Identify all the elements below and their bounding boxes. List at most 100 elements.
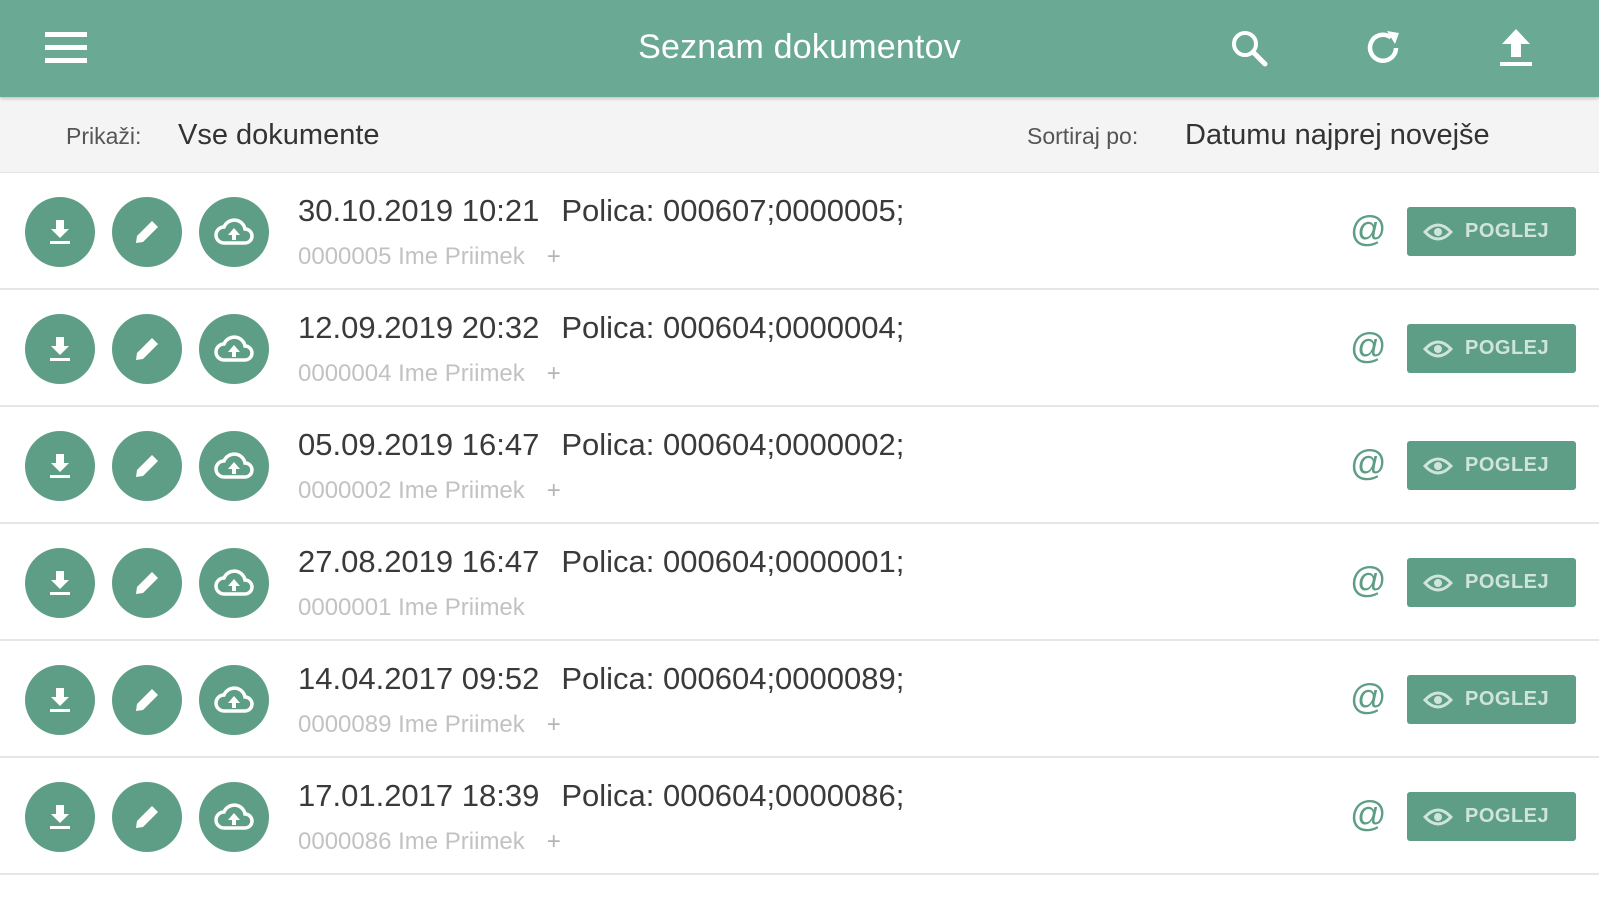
refresh-button[interactable]: [1357, 22, 1409, 74]
expand-plus[interactable]: +: [547, 243, 561, 270]
download-button[interactable]: [25, 548, 95, 618]
document-owner: 0000001 Ime Priimek: [298, 594, 525, 621]
download-button[interactable]: [25, 431, 95, 501]
document-policy: Polica: 000604;0000089;: [561, 661, 905, 696]
document-owner: 0000002 Ime Priimek: [298, 477, 525, 504]
view-button-label: POGLEJ: [1465, 337, 1550, 359]
cloud-upload-button[interactable]: [199, 782, 269, 852]
email-at-icon[interactable]: @: [1350, 676, 1387, 718]
search-button[interactable]: [1223, 22, 1275, 74]
document-subtitle-line: 0000089 Ime Priimek +: [298, 711, 561, 739]
download-icon: [50, 805, 70, 829]
download-button[interactable]: [25, 197, 95, 267]
sort-select[interactable]: Datumu najprej novejše: [1185, 119, 1490, 152]
document-title: 30.10.2019 10:21 Polica: 000607;0000005;: [298, 193, 904, 229]
cloud-upload-icon: [214, 335, 254, 362]
pencil-icon: [136, 455, 158, 477]
edit-button[interactable]: [112, 197, 182, 267]
sort-label: Sortiraj po:: [1027, 123, 1139, 149]
document-datetime: 05.09.2019 16:47: [298, 427, 540, 462]
cloud-upload-button[interactable]: [199, 197, 269, 267]
download-icon: [50, 454, 70, 478]
document-row: 14.04.2017 09:52 Polica: 000604;0000089; …: [0, 641, 1599, 758]
document-policy: Polica: 000604;0000004;: [561, 310, 905, 345]
view-button[interactable]: POGLEJ: [1407, 207, 1576, 256]
document-row: 05.09.2019 16:47 Polica: 000604;0000002; …: [0, 407, 1599, 524]
document-owner: 0000005 Ime Priimek: [298, 243, 525, 270]
eye-icon: [1423, 339, 1453, 359]
view-button[interactable]: POGLEJ: [1407, 558, 1576, 607]
download-icon: [50, 688, 70, 712]
document-title: 17.01.2017 18:39 Polica: 000604;0000086;: [298, 778, 904, 814]
pencil-icon: [136, 338, 158, 360]
expand-plus[interactable]: +: [547, 477, 561, 504]
document-row: 12.09.2019 20:32 Polica: 000604;0000004; …: [0, 290, 1599, 407]
upload-icon: [1500, 29, 1532, 66]
eye-icon: [1423, 690, 1453, 710]
edit-button[interactable]: [112, 431, 182, 501]
cloud-upload-button[interactable]: [199, 314, 269, 384]
view-button-label: POGLEJ: [1465, 571, 1550, 593]
download-button[interactable]: [25, 665, 95, 735]
cloud-upload-button[interactable]: [199, 431, 269, 501]
document-datetime: 14.04.2017 09:52: [298, 661, 540, 696]
document-datetime: 17.01.2017 18:39: [298, 778, 540, 813]
document-title: 27.08.2019 16:47 Polica: 000604;0000001;: [298, 544, 904, 580]
document-title: 05.09.2019 16:47 Polica: 000604;0000002;: [298, 427, 904, 463]
show-label: Prikaži:: [66, 123, 142, 149]
email-at-icon[interactable]: @: [1350, 325, 1387, 367]
expand-plus[interactable]: +: [547, 360, 561, 387]
edit-button[interactable]: [112, 665, 182, 735]
view-button[interactable]: POGLEJ: [1407, 441, 1576, 490]
cloud-upload-icon: [214, 686, 254, 713]
expand-plus[interactable]: +: [547, 711, 561, 738]
document-title: 14.04.2017 09:52 Polica: 000604;0000089;: [298, 661, 904, 697]
email-at-icon[interactable]: @: [1350, 208, 1387, 250]
cloud-upload-button[interactable]: [199, 548, 269, 618]
document-subtitle-line: 0000001 Ime Priimek: [298, 594, 547, 622]
download-icon: [50, 220, 70, 244]
edit-button[interactable]: [112, 548, 182, 618]
download-icon: [50, 337, 70, 361]
cloud-upload-icon: [214, 452, 254, 479]
download-button[interactable]: [25, 782, 95, 852]
document-owner: 0000089 Ime Priimek: [298, 711, 525, 738]
view-button-label: POGLEJ: [1465, 220, 1550, 242]
edit-button[interactable]: [112, 314, 182, 384]
document-subtitle-line: 0000086 Ime Priimek +: [298, 828, 561, 856]
view-button[interactable]: POGLEJ: [1407, 675, 1576, 724]
document-datetime: 12.09.2019 20:32: [298, 310, 540, 345]
document-title: 12.09.2019 20:32 Polica: 000604;0000004;: [298, 310, 904, 346]
view-button[interactable]: POGLEJ: [1407, 324, 1576, 373]
view-button-label: POGLEJ: [1465, 454, 1550, 476]
document-subtitle-line: 0000002 Ime Priimek +: [298, 477, 561, 505]
document-subtitle-line: 0000005 Ime Priimek +: [298, 243, 561, 271]
document-list: 30.10.2019 10:21 Polica: 000607;0000005; …: [0, 173, 1599, 875]
filter-bar: Prikaži: Vse dokumente Sortiraj po: Datu…: [0, 97, 1599, 173]
document-datetime: 27.08.2019 16:47: [298, 544, 540, 579]
eye-icon: [1423, 807, 1453, 827]
email-at-icon[interactable]: @: [1350, 793, 1387, 835]
expand-plus[interactable]: +: [547, 828, 561, 855]
upload-button[interactable]: [1490, 22, 1542, 74]
email-at-icon[interactable]: @: [1350, 559, 1387, 601]
document-policy: Polica: 000604;0000001;: [561, 544, 905, 579]
email-at-icon[interactable]: @: [1350, 442, 1387, 484]
app-header: Seznam dokumentov: [0, 0, 1599, 97]
pencil-icon: [136, 572, 158, 594]
cloud-upload-icon: [214, 569, 254, 596]
document-row: 30.10.2019 10:21 Polica: 000607;0000005; …: [0, 173, 1599, 290]
download-button[interactable]: [25, 314, 95, 384]
document-policy: Polica: 000607;0000005;: [561, 193, 905, 228]
pencil-icon: [136, 221, 158, 243]
document-policy: Polica: 000604;0000002;: [561, 427, 905, 462]
document-owner: 0000086 Ime Priimek: [298, 828, 525, 855]
edit-button[interactable]: [112, 782, 182, 852]
view-button-label: POGLEJ: [1465, 688, 1550, 710]
view-button[interactable]: POGLEJ: [1407, 792, 1576, 841]
cloud-upload-button[interactable]: [199, 665, 269, 735]
document-subtitle-line: 0000004 Ime Priimek +: [298, 360, 561, 388]
cloud-upload-icon: [214, 803, 254, 830]
show-filter-select[interactable]: Vse dokumente: [178, 119, 380, 152]
document-owner: 0000004 Ime Priimek: [298, 360, 525, 387]
